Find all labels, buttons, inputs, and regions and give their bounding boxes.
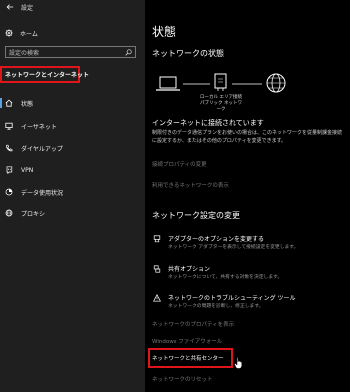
- sidebar-item-vpn[interactable]: VPN: [0, 163, 145, 177]
- settings-window: 設定 ホーム 設定の検索 ネットワークとインターネット 状態 イーサネット ダイ…: [0, 0, 350, 392]
- internet-globe-icon: [266, 73, 286, 93]
- change-connection-properties-link[interactable]: 接続プロパティの変更: [152, 160, 207, 168]
- sidebar-item-status[interactable]: 状態: [0, 96, 145, 110]
- sidebar-item-label: ホーム: [20, 30, 38, 38]
- sidebar: 設定 ホーム 設定の検索 ネットワークとインターネット 状態 イーサネット ダイ…: [0, 0, 145, 392]
- show-available-networks-link[interactable]: 利用できるネットワークの表示: [152, 181, 229, 189]
- sidebar-item-label: プロキシ: [21, 210, 46, 218]
- network-troubleshooter-button[interactable]: ネットワークのトラブルシューティング ツール ネットワークの問題を診断し、修正し…: [152, 293, 347, 315]
- sharing-icon: [153, 265, 161, 273]
- setting-description: ネットワークの問題を診断し、修正します。: [168, 304, 264, 309]
- view-network-properties-link[interactable]: ネットワークのプロパティを表示: [152, 320, 234, 328]
- computer-icon: [156, 76, 180, 91]
- adapter-label: ローカル エリア接続 パブリック ネットワーク: [200, 95, 242, 113]
- connection-status-heading: インターネットに接続されています: [152, 119, 264, 127]
- main-content: 状態 ネットワークの状態 ローカル エリア接続 パブリック ネットワーク インタ…: [145, 0, 350, 392]
- setting-title: 共有オプション: [168, 266, 211, 273]
- search-placeholder: 設定の検索: [9, 49, 40, 57]
- sidebar-item-label: VPN: [21, 166, 34, 174]
- network-sharing-center-link[interactable]: ネットワークと共有センター: [152, 354, 224, 362]
- sidebar-item-ethernet[interactable]: イーサネット: [0, 119, 145, 133]
- network-diagram: ローカル エリア接続 パブリック ネットワーク: [152, 68, 342, 112]
- title-bar: 設定: [0, 0, 145, 14]
- phone-icon: [6, 144, 13, 152]
- back-button[interactable]: [3, 0, 17, 14]
- search-input[interactable]: 設定の検索: [5, 46, 136, 58]
- sidebar-item-label: ダイヤルアップ: [21, 145, 63, 153]
- globe-icon: [5, 209, 13, 217]
- sidebar-item-proxy[interactable]: プロキシ: [0, 206, 145, 220]
- gear-icon: [5, 29, 13, 37]
- sidebar-section-title: ネットワークとインターネット: [0, 66, 89, 83]
- adapter-icon: [153, 235, 161, 243]
- sharing-options-button[interactable]: 共有オプション ネットワークについて、共有する対象を決定します。: [152, 264, 347, 286]
- adapter-network-type: パブリック ネットワーク: [200, 101, 242, 112]
- setting-description: ネットワークについて、共有する対象を決定します。: [168, 275, 283, 280]
- page-title: 状態: [152, 25, 177, 39]
- network-reset-link[interactable]: ネットワークのリセット: [152, 375, 213, 383]
- sidebar-item-label: イーサネット: [21, 123, 57, 131]
- back-arrow-icon: [6, 4, 14, 10]
- hand-cursor-icon: [234, 357, 243, 369]
- sidebar-item-label: 状態: [21, 100, 34, 108]
- sidebar-item-home[interactable]: ホーム: [0, 26, 145, 40]
- setting-description: ネットワーク アダプターを表示して接続設定を変更します。: [168, 245, 299, 250]
- sidebar-item-label: データ使用状況: [21, 189, 64, 197]
- change-adapter-options-button[interactable]: アダプターのオプションを変更する ネットワーク アダプターを表示して接続設定を変…: [152, 234, 347, 256]
- sidebar-item-data-usage[interactable]: データ使用状況: [0, 185, 145, 199]
- warning-icon: [153, 294, 161, 302]
- sidebar-item-dialup[interactable]: ダイヤルアップ: [0, 141, 145, 155]
- data-usage-icon: [5, 188, 13, 196]
- home-network-icon: [5, 99, 13, 107]
- setting-title: アダプターのオプションを変更する: [168, 236, 265, 243]
- network-diagram-graphic: [156, 73, 286, 93]
- ethernet-icon: [5, 122, 13, 130]
- network-adapter-icon: [214, 73, 227, 91]
- windows-firewall-link[interactable]: Windows ファイアウォール: [152, 337, 222, 345]
- setting-title: ネットワークのトラブルシューティング ツール: [168, 295, 296, 302]
- window-title: 設定: [21, 4, 34, 12]
- network-status-heading: ネットワークの状態: [152, 49, 224, 58]
- connection-status-description: 制限付きのデータ通信プランをお使いの場合は、このネットワークを従量制課金接続に設…: [152, 130, 343, 144]
- vpn-icon: [6, 166, 13, 174]
- search-icon: [125, 48, 132, 56]
- section-title-text: ネットワークとインターネット: [5, 72, 90, 79]
- change-network-settings-heading: ネットワーク設定の変更: [152, 211, 240, 220]
